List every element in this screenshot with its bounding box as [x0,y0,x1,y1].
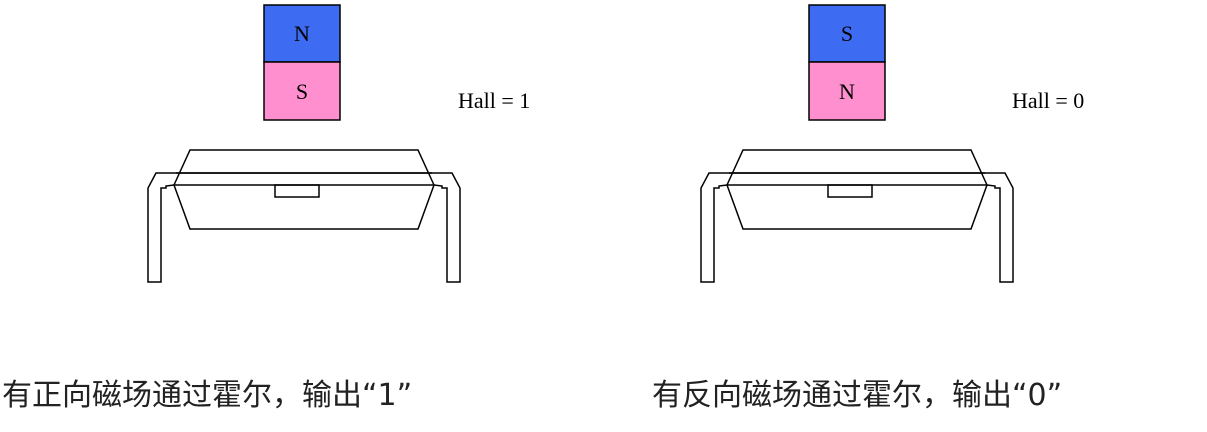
left-hall-sensor-chip [147,149,461,283]
left-hall-value: Hall = 1 [458,88,530,113]
left-chip-sensor-window [274,184,320,198]
right-magnet: S N [808,4,886,121]
left-magnet-top-label: N [294,21,310,46]
left-chip-body [173,184,435,230]
hall-sensor-diagram: N S Hall = 1 S N Hall = 0 [147,4,1084,283]
right-chip-sensor-window [827,184,873,198]
right-caption: 有反向磁场通过霍尔，输出“0” [652,378,1063,413]
left-magnet-bottom-label: S [296,79,308,104]
right-hall-value: Hall = 0 [1012,88,1084,113]
left-caption: 有正向磁场通过霍尔，输出“1” [2,378,413,413]
left-chip-left-lead [147,172,432,283]
left-chip-right-lead [176,172,461,283]
left-magnet: N S [263,4,341,121]
left-panel: N S Hall = 1 [147,4,530,283]
left-chip-top-cap [173,149,435,186]
right-chip-top-cap [726,149,988,186]
right-chip-left-lead [700,172,985,283]
right-panel: S N Hall = 0 [700,4,1084,283]
right-chip-right-lead [729,172,1014,283]
right-chip-body [726,184,988,230]
right-magnet-top-label: S [841,21,853,46]
right-hall-sensor-chip [700,149,1014,283]
right-magnet-bottom-label: N [839,79,855,104]
